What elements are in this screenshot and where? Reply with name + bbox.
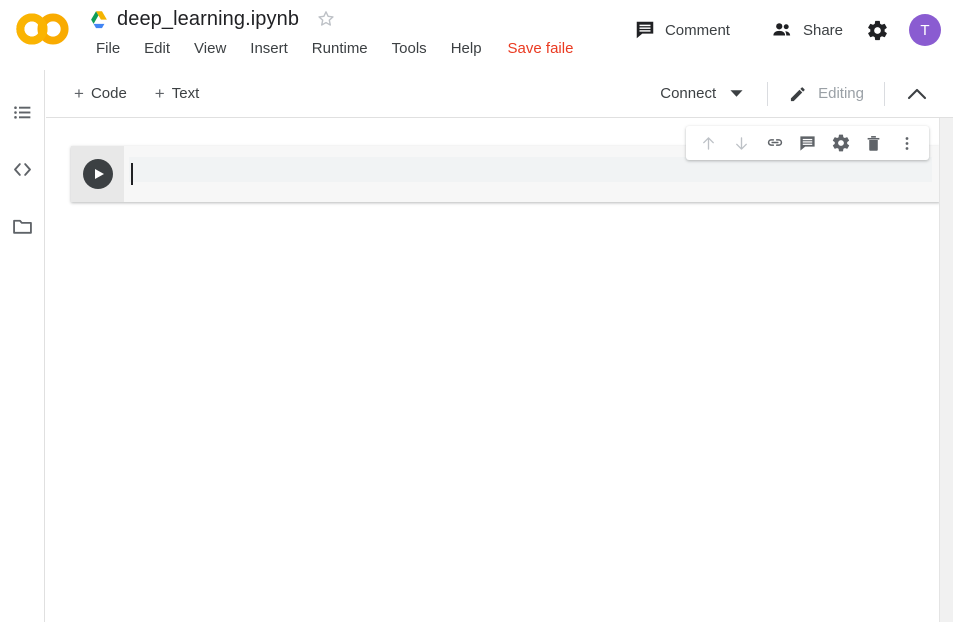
add-code-cell-button[interactable]: + Code: [64, 80, 137, 107]
cell-run-gutter: [71, 146, 124, 202]
left-rail: [0, 70, 45, 622]
colab-window: deep_learning.ipynb File Edit View Inser…: [0, 0, 953, 622]
menu-bar: File Edit View Insert Runtime Tools Help…: [84, 38, 585, 59]
menu-edit[interactable]: Edit: [132, 38, 182, 59]
page-title[interactable]: deep_learning.ipynb: [117, 8, 299, 31]
comment-button[interactable]: Comment: [625, 14, 739, 46]
gear-icon: [832, 134, 849, 152]
comment-icon: [800, 135, 815, 151]
menu-insert[interactable]: Insert: [238, 38, 300, 59]
connect-label: Connect: [660, 85, 717, 102]
delete-cell-button[interactable]: [857, 128, 890, 158]
share-label: Share: [802, 21, 843, 39]
comment-icon: [636, 21, 654, 39]
trash-icon: [867, 135, 880, 151]
add-comment-button[interactable]: [791, 128, 824, 158]
more-cell-actions-button[interactable]: [890, 128, 923, 158]
copy-cell-link-button[interactable]: [758, 128, 791, 158]
arrow-down-icon: [736, 136, 747, 150]
gear-icon: [868, 20, 887, 40]
more-vertical-icon: [905, 136, 908, 150]
document-title-row: deep_learning.ipynb: [88, 3, 337, 35]
editing-label: Editing: [818, 85, 864, 102]
editing-mode-button[interactable]: Editing: [782, 79, 870, 109]
sidebar-item-table-of-contents[interactable]: [0, 89, 45, 135]
connect-button[interactable]: Connect: [650, 79, 753, 108]
code-brackets-icon: [14, 162, 31, 176]
vertical-scrollbar[interactable]: [939, 118, 953, 622]
pencil-icon: [791, 86, 805, 101]
toolbar-divider: [884, 81, 885, 106]
cell-settings-button[interactable]: [824, 128, 857, 158]
menu-view[interactable]: View: [182, 38, 238, 59]
menu-help[interactable]: Help: [439, 38, 494, 59]
add-code-label: Code: [90, 85, 127, 102]
toolbar-right-group: Connect Editing: [650, 70, 953, 117]
chevron-down-icon: [730, 90, 743, 97]
save-status[interactable]: Save faile: [494, 38, 586, 59]
plus-icon: +: [74, 84, 84, 103]
sidebar-item-code-snippets[interactable]: [0, 146, 45, 192]
link-icon: [767, 139, 782, 146]
text-cursor: [131, 163, 133, 185]
move-cell-down-button[interactable]: [725, 128, 758, 158]
play-icon: [94, 169, 104, 179]
google-drive-icon: [91, 10, 107, 28]
app-header: deep_learning.ipynb File Edit View Inser…: [0, 0, 953, 70]
menu-file[interactable]: File: [84, 38, 132, 59]
colab-logo-icon[interactable]: [14, 12, 72, 46]
star-outline-icon[interactable]: [315, 8, 337, 30]
add-text-label: Text: [171, 85, 200, 102]
people-icon: [773, 23, 791, 36]
collapse-toolbar-button[interactable]: [899, 81, 935, 106]
list-icon: [14, 105, 31, 119]
notebook-toolbar: + Code + Text Connect Editing: [46, 70, 953, 118]
arrow-up-icon: [703, 136, 714, 150]
settings-button[interactable]: [860, 13, 895, 48]
menu-tools[interactable]: Tools: [380, 38, 439, 59]
comment-label: Comment: [664, 21, 730, 39]
active-code-line: [129, 157, 932, 182]
folder-icon: [13, 219, 32, 234]
notebook-body: https://blog.csdn.net/qq_34151419 https:…: [46, 118, 953, 622]
share-button[interactable]: Share: [761, 14, 852, 46]
avatar[interactable]: T: [909, 14, 941, 46]
sidebar-item-files[interactable]: [0, 203, 45, 249]
add-text-cell-button[interactable]: + Text: [145, 80, 209, 107]
header-actions: Comment Share T: [625, 8, 941, 52]
move-cell-up-button[interactable]: [692, 128, 725, 158]
menu-runtime[interactable]: Runtime: [300, 38, 380, 59]
toolbar-divider: [767, 81, 769, 106]
chevron-up-icon: [907, 88, 927, 100]
cell-action-toolbar: [686, 126, 929, 160]
run-cell-button[interactable]: [82, 159, 113, 189]
plus-icon: +: [154, 84, 165, 103]
